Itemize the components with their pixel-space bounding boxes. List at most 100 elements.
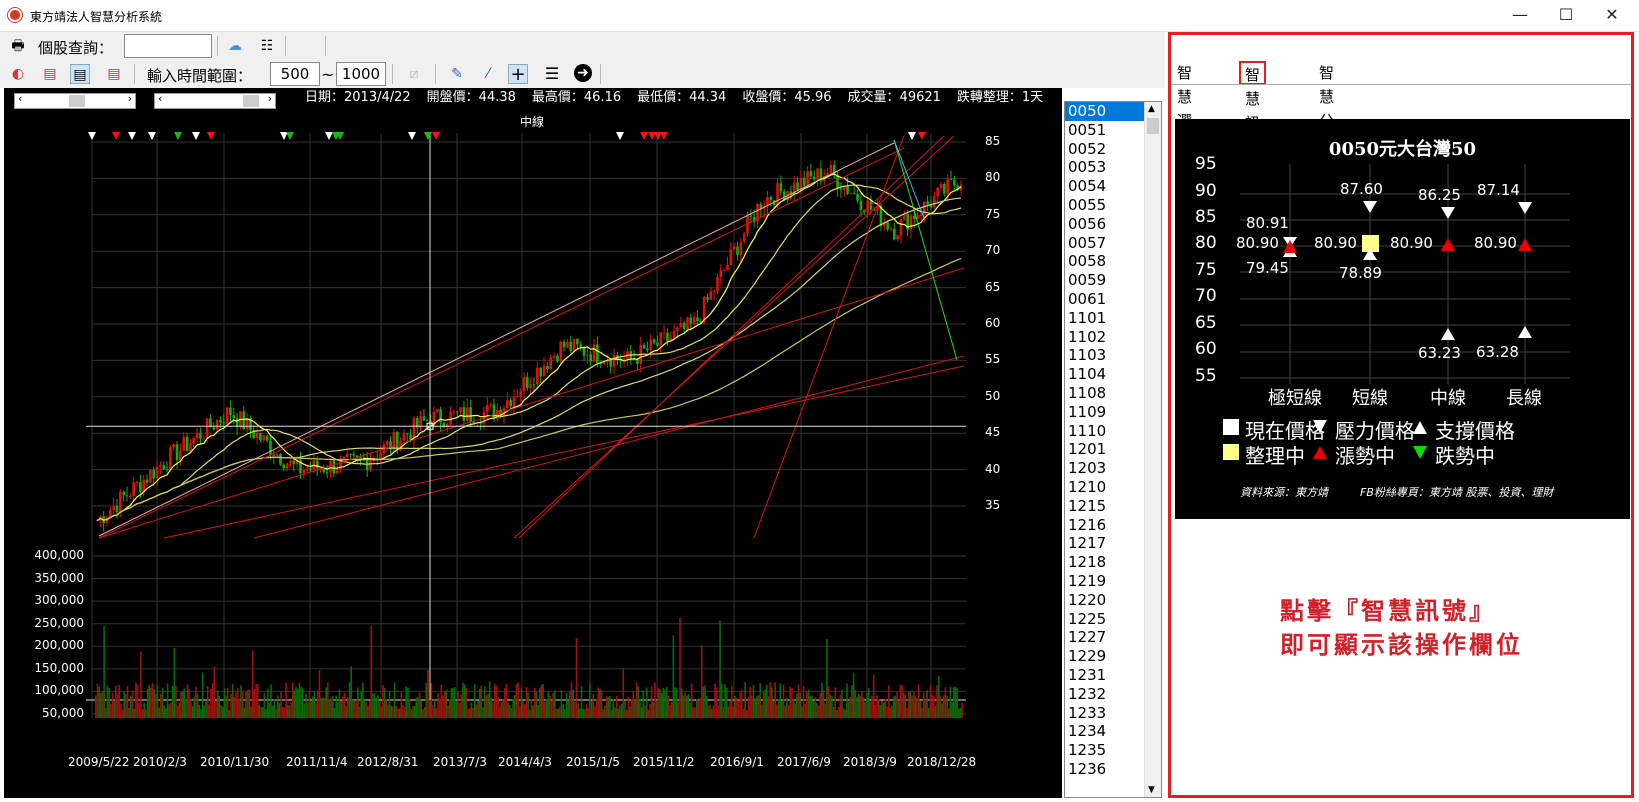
volume-bar (125, 693, 127, 718)
candle-body (712, 291, 716, 293)
volume-bar (195, 686, 197, 718)
volume-bar (802, 686, 805, 718)
signal-marker-icon (616, 132, 624, 140)
range-from-input[interactable]: 500 (270, 62, 320, 86)
print-icon[interactable]: 🖶 (8, 36, 28, 56)
range-to-input[interactable]: 1000 (336, 62, 386, 86)
volume-bar (358, 706, 361, 718)
volume-bar (180, 692, 182, 718)
chart-scroll-right[interactable]: ‹ › (154, 92, 276, 109)
pen-draw-icon[interactable]: ✎ (447, 64, 467, 84)
candle-body (676, 327, 679, 332)
volume-bar (629, 706, 631, 718)
volume-bar (100, 692, 102, 718)
signal-marker-icon (325, 132, 333, 140)
volume-bar (851, 685, 853, 718)
volume-bar (757, 695, 760, 718)
crosshair-icon[interactable]: + (508, 64, 528, 85)
volume-bar (857, 693, 860, 718)
toolbar-divider (285, 36, 286, 56)
tab-smart-select[interactable]: 智慧選股 (1175, 61, 1195, 154)
volume-bar (335, 695, 337, 718)
candle-body (696, 317, 699, 322)
volume-bar (515, 684, 518, 718)
app-logo-icon (8, 8, 22, 22)
volume-bar (450, 688, 453, 718)
volume-bar (609, 695, 611, 718)
volume-bar (926, 690, 928, 718)
candle-body (856, 193, 859, 201)
stock-list-scrollbar[interactable]: ▲ ▼ (1144, 102, 1161, 797)
volume-bar (251, 650, 254, 718)
volume-bar (831, 696, 833, 718)
volume-bar (448, 699, 451, 718)
stock-query-input[interactable] (124, 34, 212, 58)
candle-body (192, 438, 196, 444)
chart-svg[interactable] (4, 88, 1062, 798)
volume-bar (256, 683, 259, 718)
volume-bar (163, 705, 166, 718)
signal-y-60: 60 (1195, 339, 1217, 359)
volume-bar (523, 704, 526, 718)
calendar-month-icon[interactable]: ▤ (104, 64, 124, 84)
info-volume: 成交量：49621 (847, 90, 941, 105)
volume-bar (317, 690, 319, 718)
volume-bar (306, 702, 309, 718)
volume-bar (208, 704, 211, 718)
candle-body (195, 432, 199, 439)
volume-bar (654, 682, 656, 718)
trend-line (98, 147, 905, 539)
candle-body (836, 175, 839, 189)
volume-bar (714, 683, 716, 718)
volume-bar (191, 706, 194, 718)
tab-smart-signal[interactable]: 智慧訊號 (1239, 61, 1267, 156)
volume-bar (225, 695, 227, 718)
volume-bar (300, 686, 302, 718)
cloud-download-icon[interactable]: ☁ (225, 36, 245, 56)
volume-bar (312, 696, 314, 718)
volume-bar (585, 703, 588, 718)
candle-body (566, 341, 569, 348)
volume-bar (657, 687, 660, 718)
volume-bar (892, 696, 895, 718)
volume-bar (362, 682, 364, 718)
volume-bar (751, 695, 753, 718)
candle-body (839, 188, 843, 190)
logo-small-icon[interactable]: ◐ (8, 64, 28, 84)
stock-list[interactable]: 0050 0051 0052 0053 0054 0055 0056 0057 0058 0059… (1064, 101, 1162, 798)
signal-y-75: 75 (1195, 260, 1217, 280)
volume-bar (370, 625, 373, 718)
tab-smart-analysis[interactable]: 智慧分析 (1317, 61, 1337, 154)
chart-scroll-left[interactable]: ‹ › (14, 92, 136, 109)
volume-bar (539, 687, 541, 718)
candle-body (576, 339, 579, 345)
menu-lines-icon[interactable]: ☰ (542, 64, 562, 84)
volume-bar (912, 691, 915, 718)
volume-bar (278, 703, 281, 718)
calendar-week-icon[interactable]: ▤ (70, 64, 90, 84)
volume-bar (186, 684, 189, 718)
candle-body (776, 183, 779, 206)
stock-chart[interactable] (4, 88, 1062, 798)
volume-bar (375, 697, 378, 718)
minimize-button[interactable]: — (1497, 0, 1543, 30)
chart-line-icon[interactable]: ⧄ (404, 64, 424, 84)
volume-bar (824, 703, 827, 718)
tree-list-icon[interactable]: ☷ (257, 36, 277, 56)
close-button[interactable]: ✕ (1589, 0, 1635, 30)
candle-body (559, 341, 562, 362)
maximize-button[interactable]: ☐ (1543, 0, 1589, 30)
volume-bar (584, 709, 586, 718)
calendar-day-icon[interactable]: ▤ (40, 64, 60, 84)
trend-line-icon[interactable]: ⁄ (478, 64, 498, 84)
volume-bar (715, 687, 718, 718)
arrow-right-icon[interactable]: ➜ (574, 64, 592, 82)
volume-bar (333, 708, 336, 718)
volume-bar (412, 705, 414, 718)
volume-bar (166, 683, 169, 718)
volume-bar (776, 704, 778, 718)
volume-bar (717, 705, 720, 718)
mid-support-value: 63.23 (1418, 344, 1461, 362)
candle-body (889, 228, 893, 230)
volume-bar (322, 697, 324, 718)
